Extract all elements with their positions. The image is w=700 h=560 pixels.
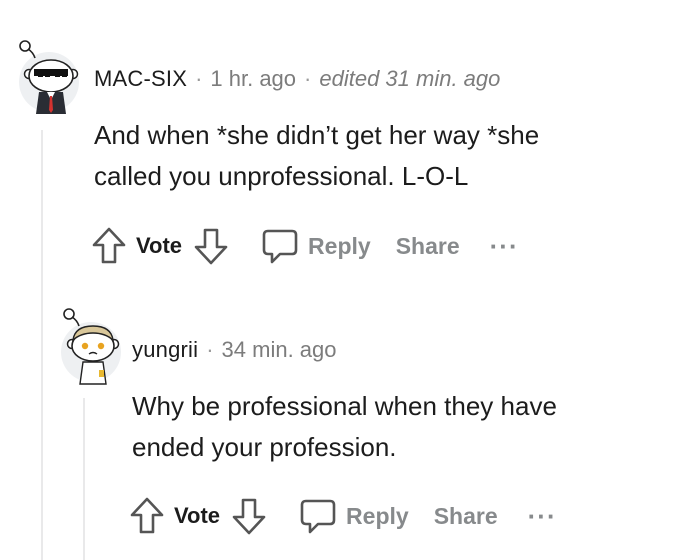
comment-body: Why be professional when they have ended… (132, 386, 557, 468)
comment-body-line: Why be professional when they have (132, 391, 557, 421)
reply-button[interactable]: Reply (308, 233, 371, 260)
timestamp[interactable]: 1 hr. ago (210, 66, 296, 92)
upvote-icon[interactable] (90, 226, 128, 266)
comment-meta: yungrii · 34 min. ago (132, 337, 337, 363)
avatar-yungrii[interactable] (61, 308, 121, 385)
snoo-hair-icon (63, 308, 120, 385)
thread-line-reply[interactable] (83, 398, 85, 560)
avatar-mac-six[interactable] (19, 40, 79, 114)
reply-button[interactable]: Reply (346, 503, 409, 530)
username[interactable]: MAC-SIX (94, 66, 187, 92)
comment-body-line: And when *she didn’t get her way *she (94, 120, 540, 150)
comment-body-line: called you unprofessional. L-O-L (94, 161, 469, 191)
reply-icon[interactable] (298, 496, 338, 536)
username[interactable]: yungrii (132, 337, 198, 363)
edited-label: edited 31 min. ago (319, 66, 501, 91)
share-button[interactable]: Share (396, 233, 460, 260)
comment-actions: Vote Reply Share ··· (128, 496, 557, 536)
snoo-sunglasses-icon (19, 40, 79, 114)
more-icon[interactable]: ··· (490, 233, 519, 259)
downvote-icon[interactable] (230, 496, 268, 536)
separator-dot: · (195, 66, 203, 91)
more-icon[interactable]: ··· (528, 503, 557, 529)
downvote-icon[interactable] (192, 226, 230, 266)
separator-dot: · (304, 66, 312, 91)
reply-icon[interactable] (260, 226, 300, 266)
comment-body-line: ended your profession. (132, 432, 397, 462)
comment-meta: MAC-SIX · 1 hr. ago · edited 31 min. ago (94, 66, 500, 92)
timestamp[interactable]: 34 min. ago (222, 337, 337, 363)
vote-count: Vote (174, 503, 221, 528)
vote-count: Vote (136, 233, 183, 258)
comment-body: And when *she didn’t get her way *she ca… (94, 115, 539, 197)
comment-actions: Vote Reply Share ··· (90, 226, 519, 266)
upvote-icon[interactable] (128, 496, 166, 536)
share-button[interactable]: Share (434, 503, 498, 530)
separator-dot: · (206, 337, 214, 362)
thread-line-main[interactable] (41, 130, 43, 560)
